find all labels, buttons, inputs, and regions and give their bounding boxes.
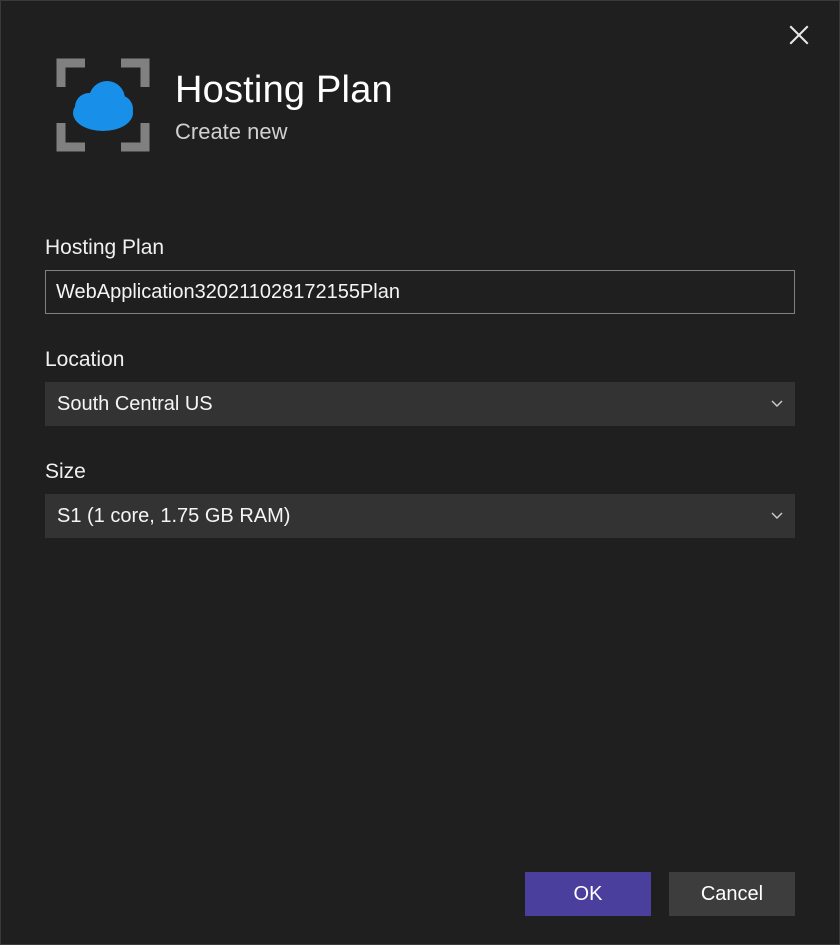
- chevron-down-icon: [771, 512, 783, 520]
- close-icon: [789, 25, 809, 50]
- ok-button-label: OK: [574, 883, 603, 906]
- cancel-button[interactable]: Cancel: [669, 872, 795, 916]
- hosting-plan-input[interactable]: [45, 270, 795, 314]
- location-selected-value: South Central US: [57, 393, 213, 416]
- size-field: Size S1 (1 core, 1.75 GB RAM): [45, 460, 795, 538]
- hosting-plan-dialog: Hosting Plan Create new Hosting Plan Loc…: [0, 0, 840, 945]
- chevron-down-icon: [771, 400, 783, 408]
- hosting-plan-icon: [55, 57, 151, 158]
- location-select[interactable]: South Central US: [45, 382, 795, 426]
- cancel-button-label: Cancel: [701, 883, 763, 906]
- close-button[interactable]: [781, 19, 817, 55]
- ok-button[interactable]: OK: [525, 872, 651, 916]
- size-label: Size: [45, 460, 795, 484]
- dialog-subtitle: Create new: [175, 119, 393, 145]
- dialog-form: Hosting Plan Location South Central US S…: [1, 168, 839, 572]
- location-label: Location: [45, 348, 795, 372]
- hosting-plan-label: Hosting Plan: [45, 236, 795, 260]
- size-select[interactable]: S1 (1 core, 1.75 GB RAM): [45, 494, 795, 538]
- dialog-title: Hosting Plan: [175, 70, 393, 112]
- location-field: Location South Central US: [45, 348, 795, 426]
- dialog-footer: OK Cancel: [525, 872, 795, 916]
- size-selected-value: S1 (1 core, 1.75 GB RAM): [57, 505, 290, 528]
- hosting-plan-field: Hosting Plan: [45, 236, 795, 314]
- dialog-header-text: Hosting Plan Create new: [175, 70, 393, 146]
- dialog-header: Hosting Plan Create new: [1, 1, 839, 168]
